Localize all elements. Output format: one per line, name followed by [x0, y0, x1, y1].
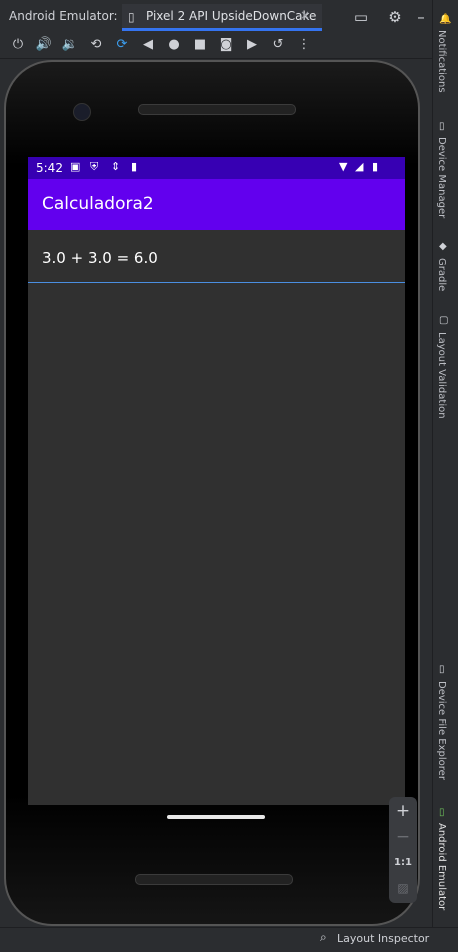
volume-up-icon[interactable]: 🔊 — [34, 35, 54, 55]
power-icon[interactable]: ⏻ — [8, 35, 28, 55]
home-icon[interactable]: ● — [164, 35, 184, 55]
data-saver-icon: ⇕ — [111, 160, 121, 173]
rotate-right-icon[interactable]: ⟳ — [112, 35, 132, 55]
sidebar-item-android-emulator[interactable]: Android Emulator — [436, 823, 447, 910]
layout-inspector-button[interactable]: Layout Inspector — [337, 932, 429, 945]
tab-label: Pixel 2 API UpsideDownCake — [146, 9, 317, 23]
minimize-icon[interactable]: – — [410, 6, 432, 28]
input-underline — [28, 282, 405, 283]
battery-icon: ▮ — [372, 160, 379, 173]
a-notification-icon: ▣ — [70, 160, 81, 173]
cell-signal-icon: ◢ — [355, 160, 364, 173]
sidebar-item-gradle[interactable]: Gradle — [436, 258, 447, 291]
camera-icon[interactable]: ◙ — [216, 35, 236, 55]
layout-inspector-icon[interactable]: ⌕ — [320, 930, 327, 945]
tab-close-button[interactable]: × — [300, 8, 310, 22]
shield-icon: ⛨ — [90, 160, 99, 173]
bell-icon[interactable]: 🔔 — [439, 14, 451, 25]
device-icon[interactable]: ▯ — [439, 121, 445, 132]
calculation-result[interactable]: 3.0 + 3.0 = 6.0 — [42, 249, 158, 267]
front-camera — [73, 103, 91, 121]
zoom-out-button[interactable]: − — [389, 827, 417, 847]
gear-icon[interactable]: ⚙ — [384, 6, 406, 28]
overview-icon[interactable]: ■ — [190, 35, 210, 55]
app-title: Calculadora2 — [42, 194, 154, 214]
rotate-left-icon[interactable]: ⟲ — [86, 35, 106, 55]
wifi-icon: ▼ — [339, 160, 348, 173]
app-bar: Calculadora2 — [28, 179, 405, 230]
fit-screen-icon[interactable]: ▨ — [389, 881, 417, 895]
zoom-actual-size-button[interactable]: 1:1 — [389, 857, 417, 868]
top-speaker — [138, 104, 296, 115]
sidebar-item-device-file-explorer[interactable]: Device File Explorer — [436, 681, 447, 780]
window-icon[interactable]: ▭ — [350, 6, 372, 28]
emulator-icon[interactable]: ▯ — [439, 807, 445, 818]
emulator-label: Android Emulator: — [9, 9, 118, 23]
phone-screen[interactable]: 5:42 ▣ ⛨ ⇕ ▮ ▼ ◢ ▮ Calculadora2 3.0 + 3.… — [28, 157, 405, 805]
bottom-speaker — [135, 874, 293, 885]
phone-icon: ▯ — [128, 10, 135, 24]
sidebar-item-notifications[interactable]: Notifications — [436, 30, 447, 93]
android-status-bar: 5:42 ▣ ⛨ ⇕ ▮ ▼ ◢ ▮ — [28, 157, 405, 179]
more-icon[interactable]: ⋮ — [294, 35, 314, 55]
sidebar-item-layout-validation[interactable]: Layout Validation — [436, 332, 447, 419]
tab-pixel-2[interactable]: ▯ Pixel 2 API UpsideDownCake × — [122, 4, 322, 30]
video-icon[interactable]: ▶ — [242, 35, 262, 55]
tab-active-indicator — [122, 28, 322, 31]
zoom-in-button[interactable]: + — [389, 801, 417, 821]
layout-icon[interactable]: ▢ — [439, 315, 448, 326]
sidebar-item-device-manager[interactable]: Device Manager — [436, 137, 447, 218]
zoom-panel: + − 1:1 ▨ — [389, 797, 417, 903]
volume-down-icon[interactable]: 🔉 — [60, 35, 80, 55]
back-icon[interactable]: ◀ — [138, 35, 158, 55]
gesture-nav-handle[interactable] — [167, 815, 265, 819]
snapshot-icon[interactable]: ↺ — [268, 35, 288, 55]
sd-card-icon: ▮ — [131, 160, 138, 173]
elephant-icon[interactable]: ◆ — [439, 241, 447, 252]
file-icon[interactable]: ▯ — [439, 664, 445, 675]
clock: 5:42 — [36, 161, 63, 175]
